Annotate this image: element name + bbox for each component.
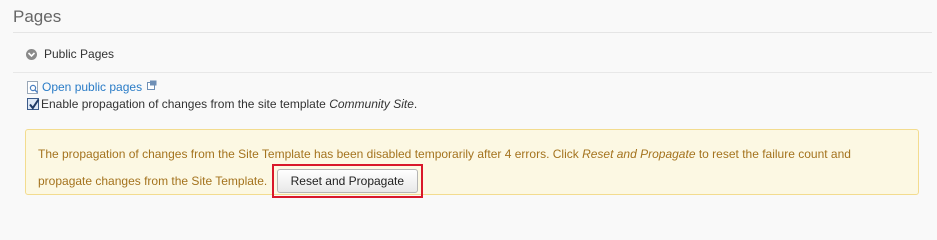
reset-and-propagate-button[interactable]: Reset and Propagate bbox=[276, 169, 419, 193]
open-public-pages-link[interactable]: Open public pages bbox=[42, 80, 142, 94]
enable-propagation-row: Enable propagation of changes from the s… bbox=[27, 97, 417, 111]
panel-divider bbox=[13, 72, 932, 73]
public-pages-panel-toggle[interactable]: Public Pages bbox=[26, 47, 114, 61]
title-divider bbox=[13, 32, 932, 33]
alert-text-part1: The propagation of changes from the Site… bbox=[38, 147, 583, 161]
chevron-down-icon bbox=[26, 48, 37, 60]
enable-propagation-checkbox[interactable] bbox=[27, 98, 40, 110]
open-public-pages-row: Open public pages bbox=[27, 80, 157, 94]
propagation-label-text: Enable propagation of changes from the s… bbox=[41, 97, 330, 111]
checkmark-icon bbox=[29, 98, 40, 110]
external-link-icon[interactable] bbox=[147, 79, 157, 90]
page-title: Pages bbox=[13, 7, 62, 26]
panel-header-label: Public Pages bbox=[44, 47, 115, 61]
propagation-label-end: . bbox=[413, 97, 418, 111]
reset-button-highlight: Reset and Propagate bbox=[271, 164, 424, 198]
page-icon bbox=[27, 80, 39, 94]
pages-section: Pages Public Pages Open public pages Ena… bbox=[0, 0, 937, 223]
enable-propagation-label: Enable propagation of changes from the s… bbox=[41, 97, 417, 111]
propagation-warning-alert: The propagation of changes from the Site… bbox=[25, 129, 919, 198]
alert-text-emphasis: Reset and Propagate bbox=[582, 147, 696, 161]
site-template-name: Community Site bbox=[329, 97, 414, 111]
